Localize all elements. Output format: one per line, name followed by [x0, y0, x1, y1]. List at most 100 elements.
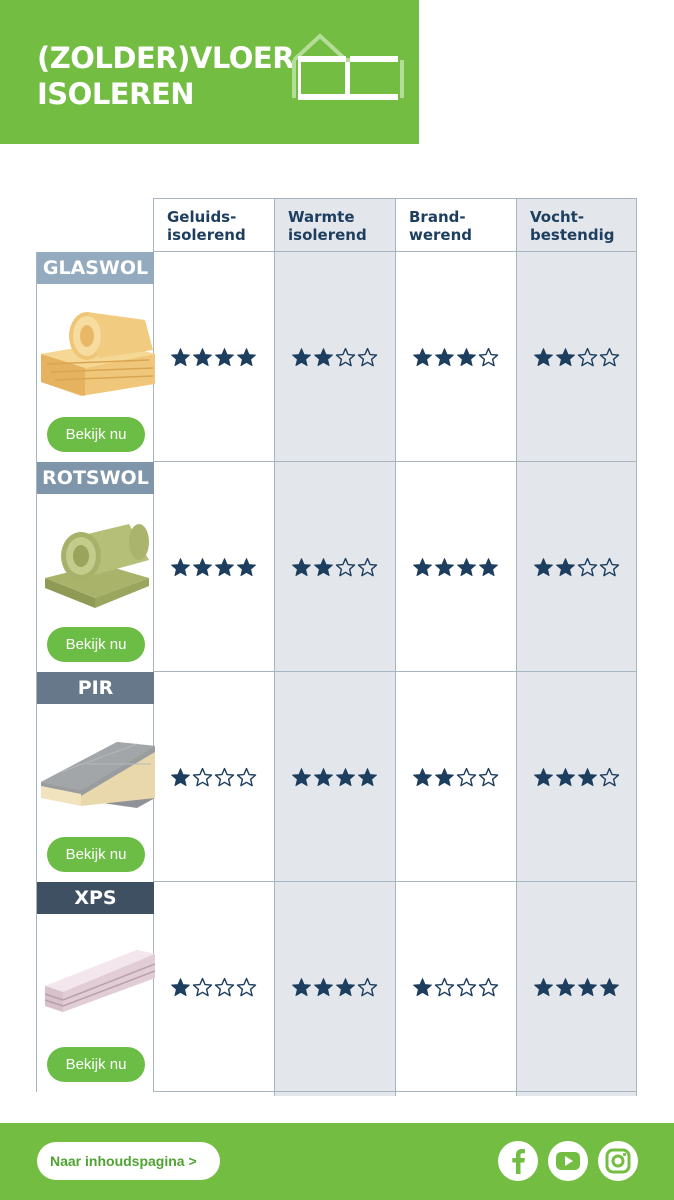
product-name: ROTSWOL [37, 462, 154, 494]
star-empty-icon [236, 767, 257, 786]
product-row-rotswol: ROTSWOL Bekijk nu [36, 462, 637, 672]
star-empty-icon [478, 347, 499, 366]
star-empty-icon [192, 977, 213, 996]
star-filled-icon [457, 347, 476, 366]
rating-geluid [153, 252, 274, 462]
star-filled-icon [600, 977, 619, 996]
rating-brand [395, 672, 516, 882]
star-filled-icon [413, 767, 432, 786]
star-filled-icon [215, 347, 234, 366]
view-product-button[interactable]: Bekijk nu [47, 417, 145, 452]
column-header-line2: isolerend [167, 226, 246, 244]
page-title-line1: (ZOLDER)VLOER [37, 41, 295, 75]
star-empty-icon [577, 557, 598, 576]
star-filled-icon [479, 557, 498, 576]
rating-brand [395, 462, 516, 672]
view-product-button[interactable]: Bekijk nu [47, 1047, 145, 1082]
column-header-brand: Brand- werend [395, 198, 516, 252]
star-empty-icon [599, 557, 620, 576]
star-filled-icon [457, 557, 476, 576]
product-row-xps: XPS Bekijk nu [36, 882, 637, 1092]
star-filled-icon [435, 347, 454, 366]
column-divider [274, 252, 275, 1096]
star-filled-icon [534, 767, 553, 786]
star-filled-icon [171, 977, 190, 996]
product-cell: XPS Bekijk nu [36, 882, 155, 1092]
rating-warmte [274, 462, 395, 672]
product-row-glaswol: GLASWOL Bekijk nu [36, 252, 637, 462]
glass-wool-roll-image [41, 312, 155, 396]
view-product-button[interactable]: Bekijk nu [47, 627, 145, 662]
star-filled-icon [292, 977, 311, 996]
page-footer: Naar inhoudspagina > [0, 1123, 674, 1200]
star-filled-icon [413, 347, 432, 366]
star-filled-icon [171, 557, 190, 576]
star-filled-icon [314, 977, 333, 996]
star-filled-icon [314, 767, 333, 786]
star-filled-icon [435, 557, 454, 576]
rating-vocht [516, 252, 637, 462]
rating-warmte [274, 882, 395, 1092]
youtube-icon[interactable] [548, 1141, 588, 1181]
rating-vocht [516, 672, 637, 882]
star-filled-icon [171, 767, 190, 786]
column-header-line1: Vocht- [530, 208, 585, 226]
star-empty-icon [434, 977, 455, 996]
star-filled-icon [292, 347, 311, 366]
star-empty-icon [478, 767, 499, 786]
star-filled-icon [358, 767, 377, 786]
product-cell: PIR Bekijk nu [36, 672, 155, 882]
column-header-line1: Geluids- [167, 208, 237, 226]
star-empty-icon [456, 767, 477, 786]
page-header: (ZOLDER)VLOER ISOLEREN [0, 0, 419, 144]
star-filled-icon [556, 557, 575, 576]
back-to-contents-button[interactable]: Naar inhoudspagina > [37, 1142, 220, 1180]
product-cell: ROTSWOL Bekijk nu [36, 462, 154, 672]
product-name: XPS [37, 882, 154, 914]
page-title-line2: ISOLEREN [37, 77, 195, 111]
column-divider [395, 252, 396, 1096]
star-empty-icon [357, 347, 378, 366]
column-header-warmte: Warmte isolerend [274, 198, 395, 252]
star-filled-icon [336, 977, 355, 996]
column-header-line1: Brand- [409, 208, 466, 226]
instagram-icon[interactable] [598, 1141, 638, 1181]
star-filled-icon [237, 347, 256, 366]
facebook-icon[interactable] [498, 1141, 538, 1181]
star-filled-icon [314, 347, 333, 366]
rock-wool-roll-image [45, 524, 149, 608]
product-cell: GLASWOL Bekijk nu [36, 252, 155, 462]
star-empty-icon [214, 767, 235, 786]
star-filled-icon [193, 347, 212, 366]
column-divider [516, 252, 517, 1096]
star-empty-icon [456, 977, 477, 996]
star-empty-icon [478, 977, 499, 996]
star-filled-icon [578, 977, 597, 996]
star-empty-icon [357, 557, 378, 576]
star-empty-icon [599, 347, 620, 366]
product-name: GLASWOL [37, 252, 154, 284]
star-filled-icon [534, 557, 553, 576]
product-row-pir: PIR Bekijk nu [36, 672, 637, 882]
column-header-geluid: Geluids- isolerend [153, 198, 274, 252]
rating-geluid [153, 462, 274, 672]
column-header-vocht: Vocht- bestendig [516, 198, 637, 252]
star-filled-icon [292, 557, 311, 576]
star-filled-icon [534, 347, 553, 366]
view-product-button[interactable]: Bekijk nu [47, 837, 145, 872]
star-filled-icon [314, 557, 333, 576]
star-filled-icon [413, 557, 432, 576]
star-empty-icon [214, 977, 235, 996]
rating-vocht [516, 462, 637, 672]
rating-brand [395, 882, 516, 1092]
star-filled-icon [413, 977, 432, 996]
rating-vocht [516, 882, 637, 1092]
house-logo-icon [292, 33, 404, 100]
column-header-line2: werend [409, 226, 473, 244]
xps-board-stack-image [44, 950, 155, 1012]
column-divider [636, 252, 637, 1096]
rating-warmte [274, 672, 395, 882]
comparison-table: Geluids- isolerend Warmte isolerend Bran… [36, 198, 637, 1096]
star-empty-icon [599, 767, 620, 786]
star-filled-icon [435, 767, 454, 786]
